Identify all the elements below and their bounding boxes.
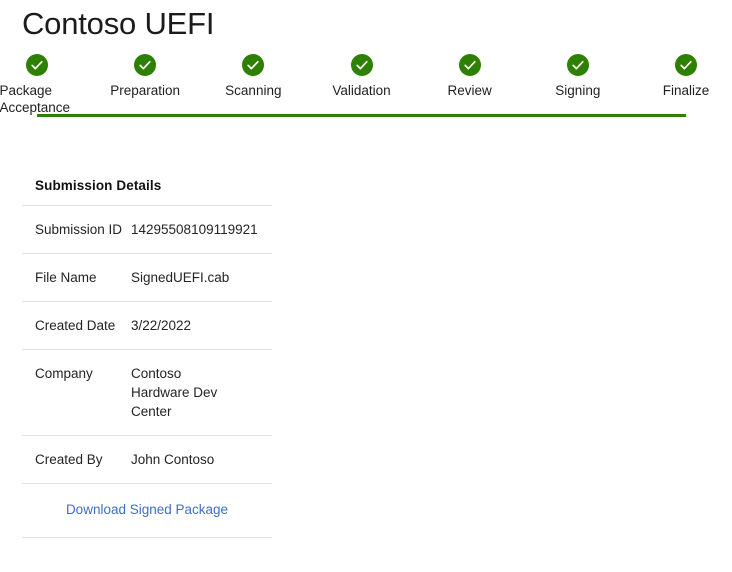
check-icon (242, 54, 265, 76)
stepper-step-label: Preparation (110, 83, 181, 98)
detail-label: Submission ID (35, 222, 123, 237)
stepper-step-label: Scanning (225, 83, 282, 98)
stepper-step-label: Signing (555, 83, 601, 98)
check-icon (675, 54, 697, 76)
detail-row: Created Date 3/22/2022 (22, 301, 272, 349)
detail-row: Company Contoso Hardware Dev Center (22, 349, 272, 435)
stepper-step-label: Package Acceptance (0, 83, 71, 115)
stepper-step-signing[interactable]: Signing (518, 50, 638, 99)
detail-row: Submission ID 14295508109119921 (22, 205, 272, 253)
detail-label: Created Date (35, 318, 116, 333)
check-icon (26, 54, 48, 76)
detail-value-line: Contoso (131, 366, 182, 381)
detail-label: File Name (35, 270, 97, 285)
stepper-step-review[interactable]: Review (410, 50, 530, 99)
detail-label: Created By (35, 452, 103, 467)
submission-details-card: Submission Details Submission ID 14295508… (22, 168, 272, 538)
stepper-step-label: Finalize (662, 83, 710, 98)
stepper-step-scanning[interactable]: Scanning (193, 50, 313, 99)
stepper-step-finalize[interactable]: Finalize (626, 50, 732, 99)
detail-row: File Name SignedUEFI.cab (22, 253, 272, 301)
submission-details-table: Submission ID 14295508109119921 File Name S… (22, 205, 272, 483)
check-icon (566, 54, 589, 76)
stepper-step-package-acceptance[interactable]: Package Acceptance (0, 50, 97, 116)
stepper-track (37, 114, 686, 117)
submission-details-title: Submission Details (35, 178, 162, 193)
detail-value-line: Hardware Dev (131, 385, 218, 400)
detail-row: Created By John Contoso (22, 435, 272, 483)
detail-value-line: Center (131, 404, 172, 419)
download-signed-package-link[interactable]: Download Signed Package (66, 502, 228, 517)
check-icon (350, 54, 373, 76)
detail-value: Contoso Hardware Dev Center (131, 364, 272, 421)
check-icon (458, 54, 481, 76)
detail-label: Company (35, 366, 93, 381)
stepper-step-preparation[interactable]: Preparation (85, 50, 205, 99)
download-row: Download Signed Package (22, 483, 272, 538)
detail-value: SignedUEFI.cab (131, 270, 230, 285)
progress-stepper: Package Acceptance Preparation Scanning Val… (0, 50, 732, 120)
detail-value: 3/22/2022 (131, 318, 192, 333)
page-title: Contoso UEFI (22, 6, 215, 41)
stepper-step-validation[interactable]: Validation (302, 50, 422, 99)
stepper-step-label: Review (447, 83, 492, 98)
stepper-step-label: Validation (332, 83, 391, 98)
detail-value: 14295508109119921 (131, 222, 258, 237)
check-icon (134, 54, 157, 76)
detail-value: John Contoso (131, 452, 215, 467)
